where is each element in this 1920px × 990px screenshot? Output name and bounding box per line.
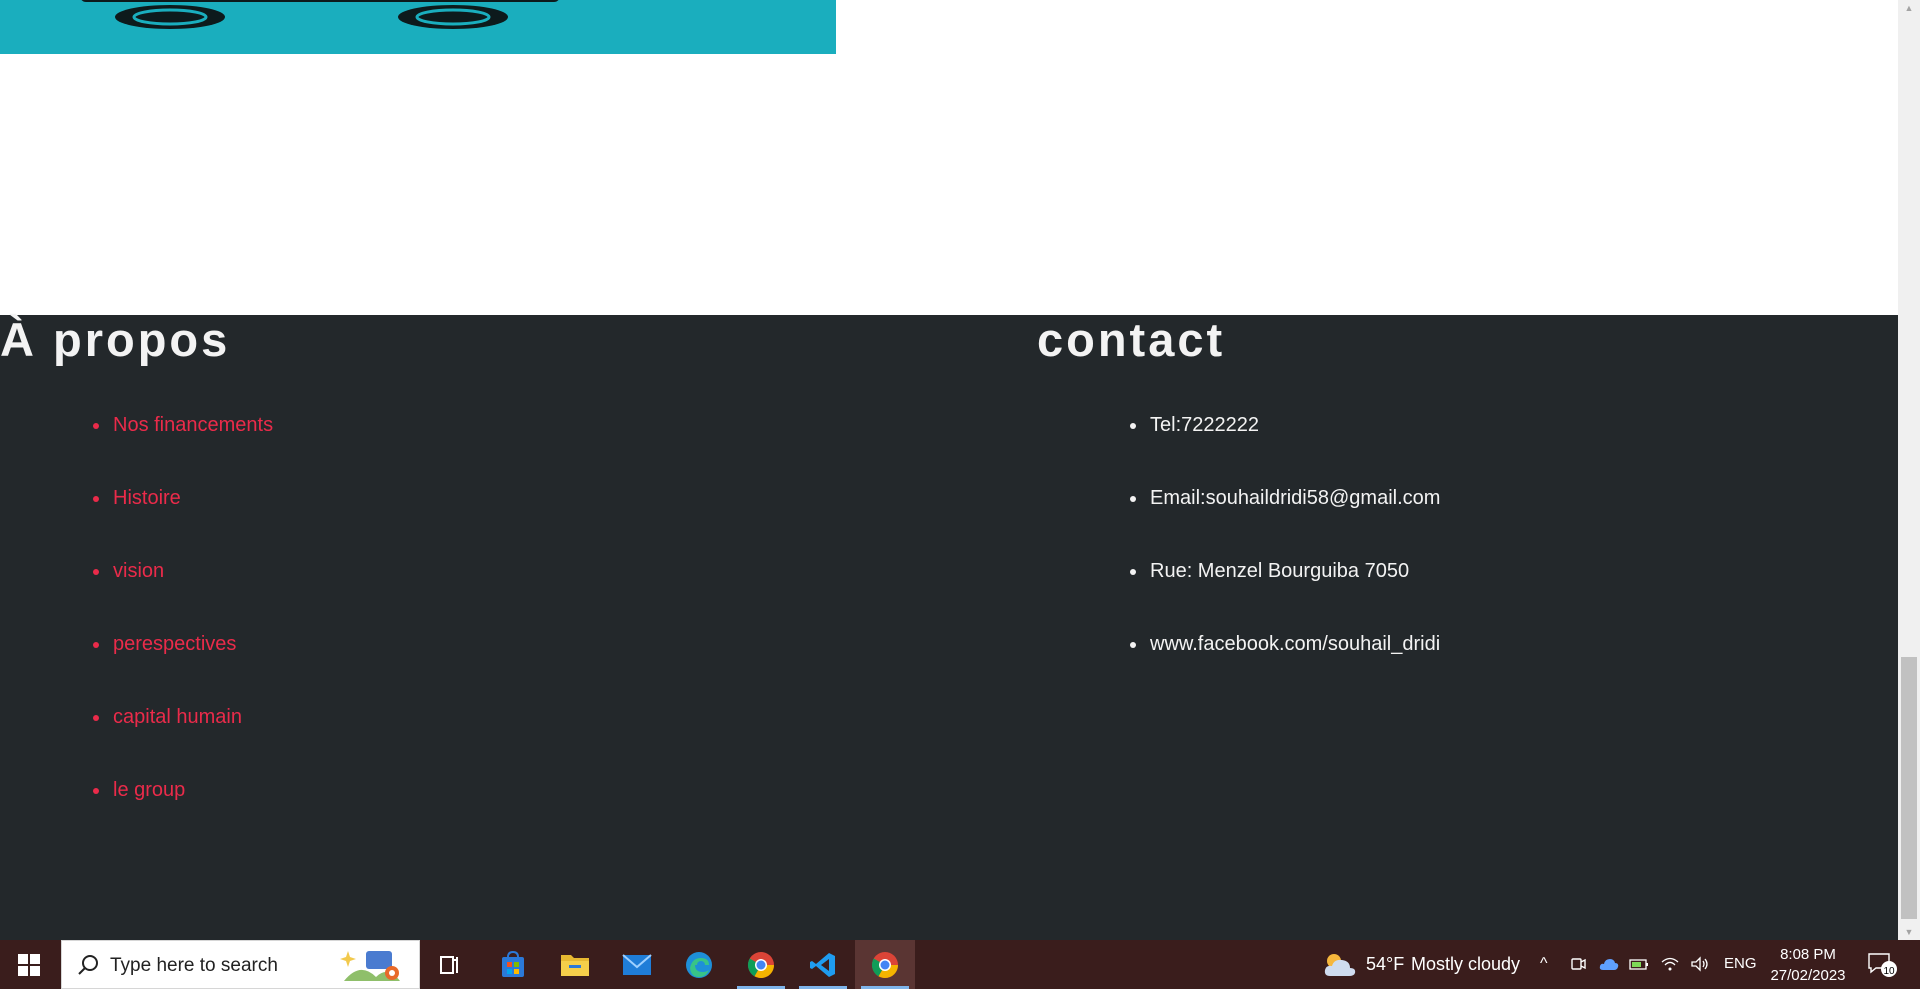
- about-link-histoire[interactable]: Histoire: [93, 486, 273, 559]
- contact-address: Rue: Menzel Bourguiba 7050: [1130, 559, 1440, 632]
- onedrive-icon[interactable]: [1599, 950, 1619, 978]
- chrome-icon[interactable]: [731, 940, 791, 989]
- weather-cloudy-icon[interactable]: [1322, 950, 1358, 978]
- weather-description[interactable]: Mostly cloudy: [1411, 954, 1520, 975]
- weather-temperature[interactable]: 54°F: [1366, 954, 1404, 975]
- hero-image: [0, 0, 836, 54]
- scroll-down-arrow-icon[interactable]: ▼: [1898, 924, 1920, 940]
- about-link-capital-humain[interactable]: capital humain: [93, 705, 273, 778]
- meet-now-icon[interactable]: [1570, 950, 1586, 978]
- search-placeholder: Type here to search: [110, 955, 278, 976]
- scrollbar-thumb[interactable]: [1901, 657, 1917, 919]
- task-view-icon[interactable]: [420, 940, 480, 989]
- file-explorer-icon[interactable]: [545, 940, 605, 989]
- about-links-list: Nos financements Histoire vision perespe…: [93, 413, 273, 851]
- contact-phone: Tel:7222222: [1130, 413, 1440, 486]
- scroll-up-arrow-icon[interactable]: ▲: [1898, 0, 1920, 16]
- input-language-indicator[interactable]: ENG: [1724, 955, 1757, 972]
- contact-heading: contact: [1037, 313, 1226, 366]
- contact-email: Email:souhaildridi58@gmail.com: [1130, 486, 1440, 559]
- search-icon: [76, 953, 100, 982]
- chevron-up-icon[interactable]: ^: [1540, 950, 1548, 978]
- search-highlight-icon: [340, 947, 408, 990]
- taskbar-search-box[interactable]: Type here to search: [61, 940, 420, 989]
- chrome-icon[interactable]: [855, 940, 915, 989]
- battery-icon[interactable]: [1629, 950, 1649, 978]
- about-heading: À propos: [0, 313, 231, 366]
- notification-count-badge: 10: [1883, 966, 1895, 977]
- page-scrollbar[interactable]: ▲ ▼: [1898, 0, 1920, 940]
- microsoft-store-icon[interactable]: [483, 940, 543, 989]
- clock[interactable]: 8:08 PM 27/02/2023: [1770, 944, 1846, 986]
- edge-icon[interactable]: [669, 940, 729, 989]
- windows-start-icon[interactable]: [0, 940, 58, 989]
- vscode-icon[interactable]: [793, 940, 853, 989]
- clock-time: 8:08 PM: [1780, 946, 1836, 963]
- clock-date: 27/02/2023: [1770, 967, 1846, 984]
- contact-list: Tel:7222222 Email:souhaildridi58@gmail.c…: [1130, 413, 1440, 705]
- contact-facebook: www.facebook.com/souhail_dridi: [1130, 632, 1440, 705]
- mail-icon[interactable]: [607, 940, 667, 989]
- wifi-icon[interactable]: [1661, 950, 1679, 978]
- volume-icon[interactable]: [1690, 950, 1710, 978]
- about-link-perespectives[interactable]: perespectives: [93, 632, 273, 705]
- site-footer: À propos Nos financements Histoire visio…: [0, 315, 1898, 940]
- windows-taskbar: Type here to search 54°F Mostly cloudy ^…: [0, 940, 1920, 989]
- about-link-le-group[interactable]: le group: [93, 778, 273, 851]
- about-link-financements[interactable]: Nos financements: [93, 413, 273, 486]
- about-link-vision[interactable]: vision: [93, 559, 273, 632]
- browser-viewport: À propos Nos financements Histoire visio…: [0, 0, 1898, 940]
